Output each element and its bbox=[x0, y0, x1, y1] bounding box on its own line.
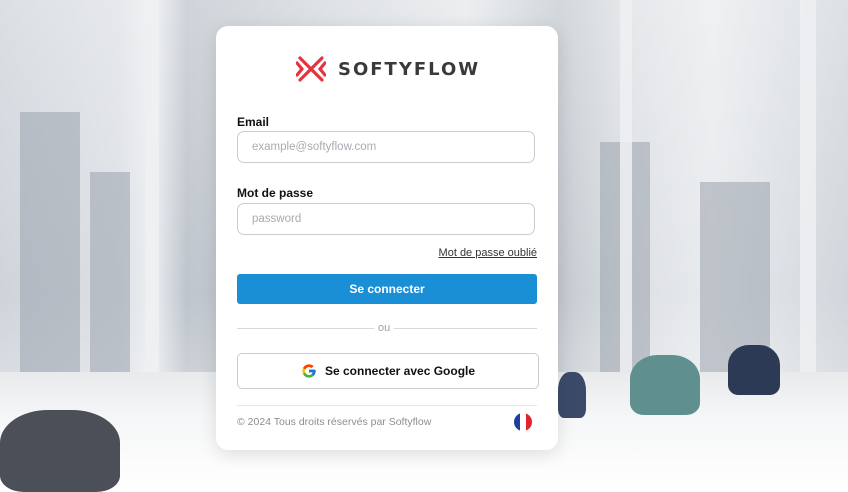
copyright-text: © 2024 Tous droits réservés par Softyflo… bbox=[237, 416, 432, 428]
city-building bbox=[90, 172, 130, 372]
chair bbox=[558, 372, 586, 418]
brand-name: SOFTYFLOW bbox=[338, 58, 481, 80]
forgot-password-link[interactable]: Mot de passe oublié bbox=[439, 247, 537, 259]
france-flag-icon[interactable] bbox=[514, 413, 532, 431]
email-field[interactable]: example@softyflow.com bbox=[237, 131, 535, 163]
city-building bbox=[20, 112, 80, 372]
chair bbox=[728, 345, 780, 395]
footer-divider bbox=[237, 405, 537, 406]
chair bbox=[0, 410, 120, 492]
password-field[interactable]: password bbox=[237, 203, 535, 235]
divider-text: ou bbox=[374, 322, 395, 334]
email-label: Email bbox=[237, 115, 270, 129]
password-label: Mot de passe bbox=[237, 186, 314, 200]
google-login-button[interactable]: Se connecter avec Google bbox=[237, 353, 539, 389]
email-placeholder: example@softyflow.com bbox=[252, 141, 377, 153]
google-button-label: Se connecter avec Google bbox=[324, 364, 476, 378]
softyflow-x-logo-icon bbox=[296, 56, 326, 82]
brand-logo: SOFTYFLOW bbox=[296, 54, 480, 84]
login-button[interactable]: Se connecter bbox=[237, 274, 537, 304]
city-building bbox=[700, 182, 770, 372]
password-placeholder: password bbox=[252, 213, 302, 225]
chair bbox=[630, 355, 700, 415]
google-icon bbox=[302, 364, 316, 378]
login-card: SOFTYFLOW Email example@softyflow.com Mo… bbox=[216, 26, 558, 450]
